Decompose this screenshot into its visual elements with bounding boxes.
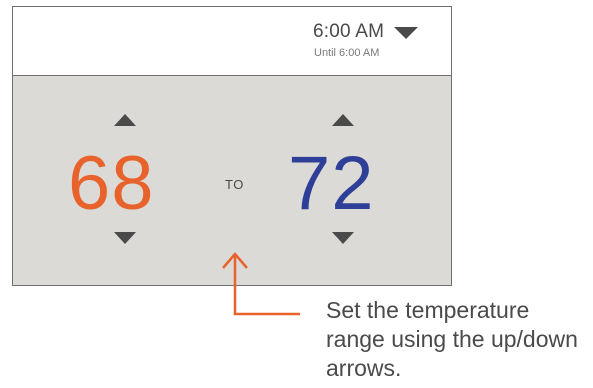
- callout-caption: Set the temperature range using the up/d…: [326, 297, 578, 381]
